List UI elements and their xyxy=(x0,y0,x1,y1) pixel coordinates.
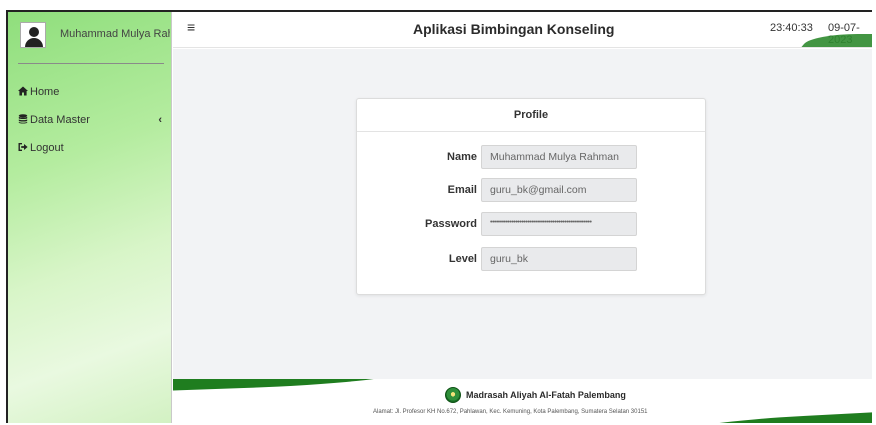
school-logo-icon xyxy=(445,387,461,403)
logout-icon xyxy=(18,143,28,151)
header-decoration xyxy=(795,34,872,47)
top-header: ≡ Aplikasi Bimbingan Konseling 23:40:33 … xyxy=(173,12,872,48)
sidebar-item-label: Home xyxy=(30,86,60,98)
user-name: Muhammad Mulya Rahman xyxy=(60,28,170,40)
profile-card: Profile Name Muhammad Mulya Rahman Email… xyxy=(356,98,706,295)
avatar xyxy=(20,22,46,48)
home-icon xyxy=(18,86,28,96)
profile-row-password: Password •••••••••••••••••••••••••••••••… xyxy=(357,212,707,236)
sidebar-item-logout[interactable]: Logout xyxy=(8,134,172,162)
footer: Madrasah Aliyah Al-Fatah Palembang Alama… xyxy=(173,379,872,423)
app-window: Muhammad Mulya Rahman Home Data Master ‹ xyxy=(6,10,872,423)
sidebar-item-home[interactable]: Home xyxy=(8,78,172,106)
clock: 23:40:33 xyxy=(770,22,813,34)
school-address: Alamat: Jl. Profesor KH No.672, Pahlawan… xyxy=(373,409,648,415)
footer-decoration-right xyxy=(673,411,872,423)
sidebar-item-label: Data Master xyxy=(30,114,90,126)
profile-row-email: Email guru_bk@gmail.com xyxy=(357,178,707,202)
field-label: Level xyxy=(448,253,477,265)
sidebar-item-data-master[interactable]: Data Master ‹ xyxy=(8,106,172,134)
field-label: Password xyxy=(425,218,477,230)
profile-row-level: Level guru_bk xyxy=(357,247,707,271)
level-field[interactable]: guru_bk xyxy=(481,247,637,271)
sidebar-nav: Home Data Master ‹ Logout xyxy=(8,78,172,162)
school-name: Madrasah Aliyah Al-Fatah Palembang xyxy=(466,390,626,400)
field-label: Name xyxy=(447,151,477,163)
avatar-body xyxy=(25,38,43,47)
field-label: Email xyxy=(447,184,477,196)
password-field[interactable]: ••••••••••••••••••••••••••••••••••••••••… xyxy=(481,212,637,236)
app-title: Aplikasi Bimbingan Konseling xyxy=(413,21,615,37)
sidebar-item-label: Logout xyxy=(30,142,64,154)
email-field[interactable]: guru_bk@gmail.com xyxy=(481,178,637,202)
user-panel: Muhammad Mulya Rahman xyxy=(8,12,172,66)
database-icon xyxy=(18,114,28,124)
name-field[interactable]: Muhammad Mulya Rahman xyxy=(481,145,637,169)
chevron-left-icon: ‹ xyxy=(158,114,162,126)
divider xyxy=(18,63,164,64)
card-title: Profile xyxy=(357,99,705,132)
school-brand: Madrasah Aliyah Al-Fatah Palembang xyxy=(445,387,626,403)
hamburger-menu-icon[interactable]: ≡ xyxy=(187,19,195,35)
main-content: Profile Name Muhammad Mulya Rahman Email… xyxy=(173,49,872,379)
footer-decoration-left xyxy=(173,379,404,392)
avatar-head xyxy=(29,27,39,37)
sidebar: Muhammad Mulya Rahman Home Data Master ‹ xyxy=(8,12,172,423)
profile-row-name: Name Muhammad Mulya Rahman xyxy=(357,145,707,169)
